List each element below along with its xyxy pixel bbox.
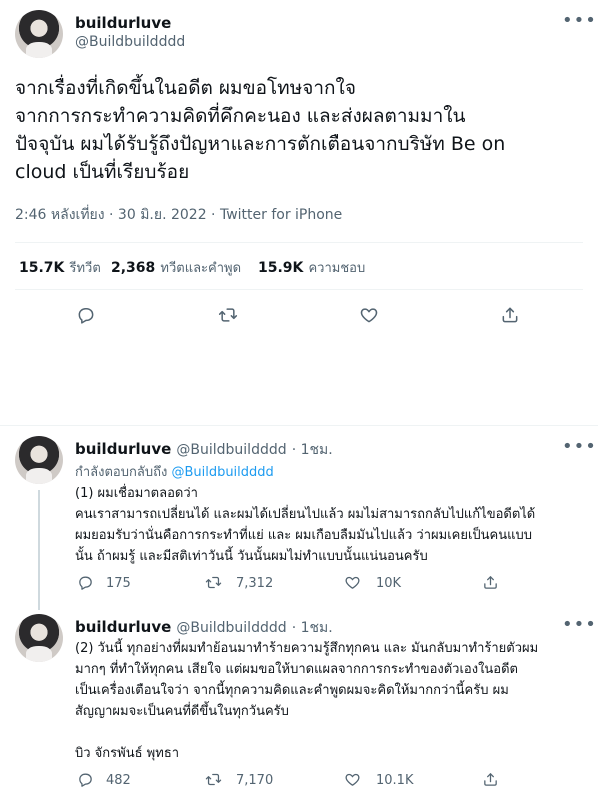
divider [15, 242, 583, 243]
thread-line [38, 490, 40, 610]
reply-icon[interactable] [77, 771, 94, 792]
reply-header: buildurluve @Buildbuildddd · 1ชม. [75, 439, 333, 461]
tweet-text-line: cloud เป็นที่เรียบร้อย [15, 161, 190, 183]
reply-text-line: นั้น ถ้าผมรู้ และมีสติเท่าวันนี้ วันนั้น… [75, 549, 428, 564]
reply-header: buildurluve @Buildbuildddd · 1ชม. [75, 617, 333, 639]
retweets-count: 15.7K [19, 260, 65, 276]
quotes-label: ทวีตและคำพูด [160, 261, 242, 276]
reply-icon[interactable] [76, 305, 96, 329]
reply-text-line: (1) ผมเชื่อมาตลอดว่า [75, 486, 198, 501]
quotes-stat[interactable]: 2,368 ทวีตและคำพูด [111, 257, 241, 278]
author-name[interactable]: buildurluve [75, 618, 171, 636]
like-count: 10K [376, 576, 402, 591]
retweet-count: 7,312 [236, 576, 274, 591]
reply-text-line: บิว จักรพันธ์ พุทธา [75, 746, 180, 761]
retweets-label: รีทวีต [69, 261, 101, 276]
replying-to: กำลังตอบกลับถึง @Buildbuildddd [75, 461, 274, 482]
reply-text-line: มากๆ ที่ทำให้ทุกคน เสียใจ แต่ผมขอให้บาดแ… [75, 662, 518, 677]
share-icon[interactable] [482, 574, 499, 595]
retweet-icon[interactable] [205, 574, 222, 595]
more-icon[interactable]: ••• [562, 614, 597, 635]
share-icon[interactable] [500, 305, 520, 329]
author-handle[interactable]: @Buildbuildddd [176, 620, 286, 636]
author-handle[interactable]: @Buildbuildddd [75, 34, 185, 50]
reply-text-line: คนเราสามารถเปลี่ยนได้ และผมได้เปลี่ยนไปแ… [75, 507, 536, 522]
likes-stat[interactable]: 15.9K ความชอบ [258, 257, 365, 278]
reply-count: 482 [106, 773, 131, 788]
tweet-time[interactable]: · 1ชม. [292, 620, 333, 636]
reply-text-line: สัญญาผมจะเป็นคนที่ดีขึ้นในทุกวันครับ [75, 704, 289, 719]
author-name[interactable]: buildurluve [75, 440, 171, 458]
reply-text: (1) ผมเชื่อมาตลอดว่า คนเราสามารถเปลี่ยนไ… [75, 483, 590, 567]
replying-to-link[interactable]: @Buildbuildddd [171, 465, 273, 480]
more-icon[interactable]: ••• [562, 436, 597, 457]
avatar[interactable] [15, 436, 63, 484]
likes-count: 15.9K [258, 260, 304, 276]
retweet-icon[interactable] [205, 771, 222, 792]
divider [0, 425, 598, 426]
tweet-timestamp[interactable]: 2:46 หลังเที่ยง · 30 มิ.ย. 2022 · Twitte… [15, 204, 342, 226]
retweet-count: 7,170 [236, 773, 274, 788]
reply-count: 175 [106, 576, 131, 591]
tweet-time[interactable]: · 1ชม. [292, 442, 333, 458]
author-handle[interactable]: @Buildbuildddd [176, 442, 286, 458]
reply-text-line: ผมยอมรับว่านั่นคือการกระทำที่แย่ และ ผมเ… [75, 528, 533, 543]
tweet-text-line: จากเรื่องที่เกิดขึ้นในอดีต ผมขอโทษจากใจ [15, 77, 356, 99]
divider [15, 289, 583, 290]
avatar[interactable] [15, 614, 63, 662]
retweets-stat[interactable]: 15.7K รีทวีต [19, 257, 101, 278]
likes-label: ความชอบ [308, 261, 366, 276]
heart-icon[interactable] [344, 771, 361, 792]
share-icon[interactable] [482, 771, 499, 792]
reply-text-line: เป็นเครื่องเตือนใจว่า จากนี้ทุกความคิดแล… [75, 683, 509, 698]
heart-icon[interactable] [359, 305, 379, 329]
reply-text-line: (2) วันนี้ ทุกอย่างที่ผมทำย้อนมาทำร้ายคว… [75, 641, 539, 656]
like-count: 10.1K [376, 773, 414, 788]
replying-prefix: กำลังตอบกลับถึง [75, 465, 168, 480]
avatar[interactable] [15, 10, 63, 58]
reply-text-line [75, 722, 590, 743]
tweet-text-line: ปัจจุบัน ผมได้รับรู้ถึงปัญหาและการตักเตื… [15, 133, 506, 155]
tweet-text: จากเรื่องที่เกิดขึ้นในอดีต ผมขอโทษจากใจ … [15, 74, 590, 186]
quotes-count: 2,368 [111, 260, 156, 276]
more-icon[interactable]: ••• [562, 10, 597, 31]
retweet-icon[interactable] [218, 305, 238, 329]
tweet-text-line: จากการกระทำความคิดที่คึกคะนอง และส่งผลตา… [15, 105, 466, 127]
reply-text: (2) วันนี้ ทุกอย่างที่ผมทำย้อนมาทำร้ายคว… [75, 638, 590, 764]
author-name[interactable]: buildurluve [75, 14, 171, 32]
reply-icon[interactable] [77, 574, 94, 595]
heart-icon[interactable] [344, 574, 361, 595]
